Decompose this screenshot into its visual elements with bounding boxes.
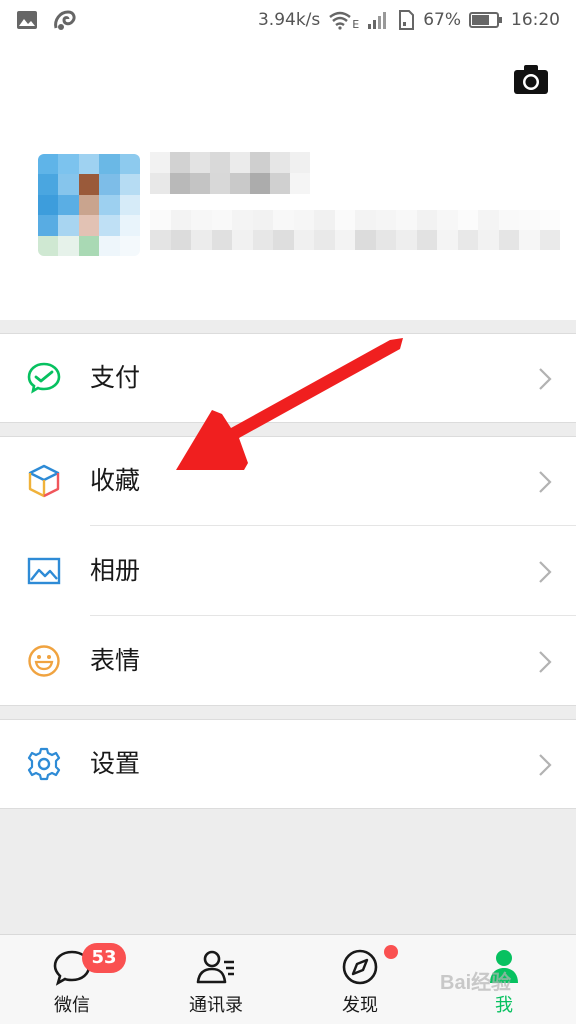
image-icon bbox=[17, 11, 37, 29]
status-bar: 3.94k/s E 67% 16:20 bbox=[0, 0, 576, 40]
menu-group-pay: 支付 bbox=[0, 333, 576, 423]
profile-header[interactable] bbox=[0, 40, 576, 320]
menu-item-album[interactable]: 相册 bbox=[0, 526, 576, 616]
chevron-right-icon bbox=[539, 368, 552, 390]
uc-browser-icon bbox=[54, 10, 76, 30]
tab-label: 微信 bbox=[54, 995, 90, 1016]
network-type: E bbox=[352, 17, 360, 31]
menu-item-favorites[interactable]: 收藏 bbox=[0, 436, 576, 526]
menu-item-label: 表情 bbox=[90, 646, 141, 675]
unread-badge: 53 bbox=[82, 943, 126, 973]
menu-item-label: 相册 bbox=[90, 556, 141, 585]
cube-icon bbox=[28, 464, 60, 498]
chevron-right-icon bbox=[539, 471, 552, 493]
camera-icon[interactable] bbox=[512, 62, 550, 96]
tab-contacts[interactable]: 通讯录 bbox=[144, 935, 288, 1024]
tab-label: 发现 bbox=[342, 995, 378, 1016]
network-speed: 3.94k/s bbox=[257, 10, 321, 30]
wallet-icon bbox=[27, 362, 61, 394]
compass-icon bbox=[342, 949, 378, 985]
sim-icon bbox=[399, 10, 415, 30]
tab-label: 通讯录 bbox=[189, 995, 243, 1016]
wifi-icon bbox=[329, 11, 352, 30]
menu-item-label: 收藏 bbox=[90, 466, 141, 495]
menu-item-label: 设置 bbox=[90, 749, 141, 778]
profile-account-id[interactable] bbox=[150, 210, 560, 250]
chevron-right-icon bbox=[539, 561, 552, 583]
new-dot bbox=[384, 945, 398, 959]
smile-icon bbox=[28, 645, 60, 677]
menu-group-content: 收藏 相册 表情 bbox=[0, 436, 576, 706]
chevron-right-icon bbox=[539, 754, 552, 776]
profile-name bbox=[150, 152, 310, 194]
watermark: Bai经验 bbox=[440, 972, 512, 994]
contacts-icon bbox=[196, 950, 234, 984]
menu-group-settings: 设置 bbox=[0, 719, 576, 809]
photo-icon bbox=[27, 557, 61, 585]
menu-item-label: 支付 bbox=[90, 363, 141, 392]
menu-item-stickers[interactable]: 表情 bbox=[0, 616, 576, 706]
tab-chats[interactable]: 微信 53 bbox=[0, 935, 144, 1024]
battery-percent: 67% bbox=[423, 10, 461, 30]
signal-icon bbox=[368, 12, 387, 29]
menu-item-settings[interactable]: 设置 bbox=[0, 719, 576, 809]
chevron-right-icon bbox=[539, 651, 552, 673]
tab-discover[interactable]: 发现 bbox=[288, 935, 432, 1024]
gear-icon bbox=[27, 747, 61, 781]
menu-item-pay[interactable]: 支付 bbox=[0, 333, 576, 423]
clock: 16:20 bbox=[511, 10, 560, 30]
avatar[interactable] bbox=[38, 154, 140, 256]
battery-icon bbox=[469, 12, 502, 28]
